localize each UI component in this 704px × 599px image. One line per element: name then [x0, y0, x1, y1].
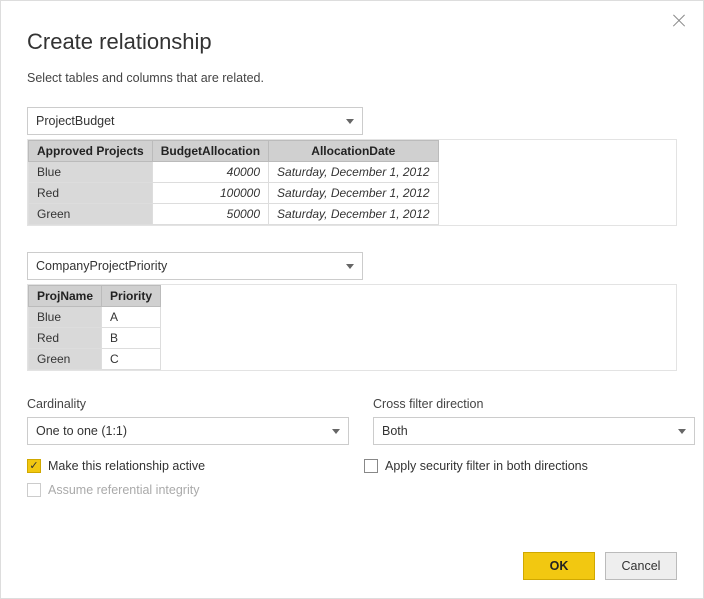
chevron-down-icon: [678, 429, 686, 434]
table1-preview: Approved Projects BudgetAllocation Alloc…: [27, 139, 677, 226]
table1-header-1[interactable]: BudgetAllocation: [152, 141, 268, 162]
crossfilter-label: Cross filter direction: [373, 397, 695, 411]
security-filter-label: Apply security filter in both directions: [385, 459, 588, 473]
table2-grid[interactable]: ProjName Priority Blue A Red B Green C: [28, 285, 161, 370]
table1-header-2[interactable]: AllocationDate: [269, 141, 439, 162]
referential-integrity-checkbox: [27, 483, 41, 497]
ok-button[interactable]: OK: [523, 552, 595, 580]
table-row: Green C: [29, 349, 161, 370]
table-row: Green 50000 Saturday, December 1, 2012: [29, 204, 439, 225]
table-row: Blue 40000 Saturday, December 1, 2012: [29, 162, 439, 183]
cardinality-dropdown[interactable]: One to one (1:1): [27, 417, 349, 445]
table-header-row: ProjName Priority: [29, 286, 161, 307]
chevron-down-icon: [332, 429, 340, 434]
table1-dropdown[interactable]: ProjectBudget: [27, 107, 363, 135]
table-row: Blue A: [29, 307, 161, 328]
table-row: Red B: [29, 328, 161, 349]
table2-preview: ProjName Priority Blue A Red B Green C: [27, 284, 677, 371]
cancel-button[interactable]: Cancel: [605, 552, 677, 580]
table-header-row: Approved Projects BudgetAllocation Alloc…: [29, 141, 439, 162]
dialog-subtitle: Select tables and columns that are relat…: [27, 71, 677, 85]
crossfilter-value: Both: [382, 424, 408, 438]
dialog-title: Create relationship: [27, 29, 677, 55]
table2-header-0[interactable]: ProjName: [29, 286, 102, 307]
table2-header-1[interactable]: Priority: [102, 286, 161, 307]
table2-dropdown[interactable]: CompanyProjectPriority: [27, 252, 363, 280]
chevron-down-icon: [346, 264, 354, 269]
close-icon[interactable]: [671, 13, 687, 29]
table-row: Red 100000 Saturday, December 1, 2012: [29, 183, 439, 204]
chevron-down-icon: [346, 119, 354, 124]
make-active-label: Make this relationship active: [48, 459, 205, 473]
crossfilter-dropdown[interactable]: Both: [373, 417, 695, 445]
table1-header-0[interactable]: Approved Projects: [29, 141, 153, 162]
make-active-checkbox[interactable]: ✓: [27, 459, 41, 473]
cardinality-value: One to one (1:1): [36, 424, 127, 438]
table1-dropdown-value: ProjectBudget: [36, 114, 115, 128]
table2-dropdown-value: CompanyProjectPriority: [36, 259, 167, 273]
referential-integrity-label: Assume referential integrity: [48, 483, 199, 497]
table1-grid[interactable]: Approved Projects BudgetAllocation Alloc…: [28, 140, 439, 225]
cardinality-label: Cardinality: [27, 397, 349, 411]
create-relationship-dialog: Create relationship Select tables and co…: [0, 0, 704, 599]
security-filter-checkbox[interactable]: [364, 459, 378, 473]
